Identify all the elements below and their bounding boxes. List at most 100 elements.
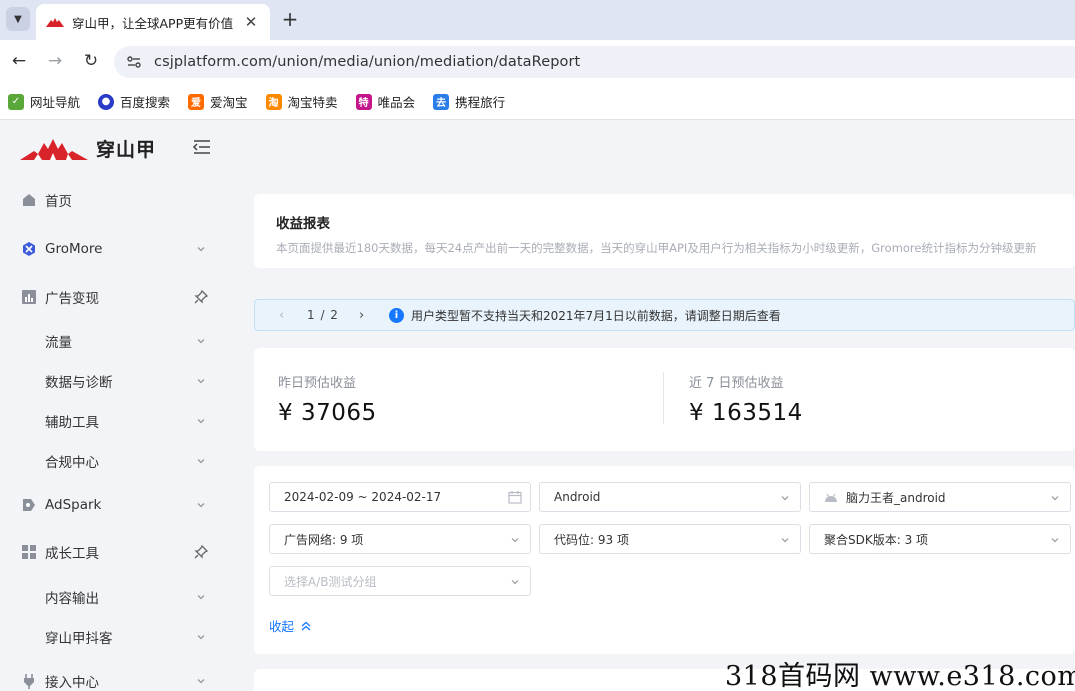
back-arrow-icon[interactable]: ← [8,50,30,72]
sidebar-item-tools[interactable]: 辅助工具 [0,403,228,439]
chevron-down-icon: ▼ [14,13,22,25]
notice-text: 用户类型暂不支持当天和2021年7月1日以前数据，请调整日期后查看 [411,308,781,323]
sidebar-item-label: 穿山甲抖客 [45,631,113,647]
browser-tab-active[interactable]: 穿山甲，让全球APP更有价值 ✕ [36,4,270,40]
collapse-filters-link[interactable]: 收起 [269,616,312,635]
baidu-paw-icon: ● [98,93,115,110]
sidebar-item-home[interactable]: 首页 [0,182,228,218]
sidebar-item-label: 数据与诊断 [45,375,113,391]
chevron-down-icon [197,679,205,684]
sidebar-item-label: 内容输出 [45,591,99,607]
chevron-down-icon [197,459,205,464]
home-icon [23,194,35,206]
sidebar-item-label: 合规中心 [45,455,99,471]
sidebar-item-label: 辅助工具 [45,415,99,431]
bookmark-hao[interactable]: ✓ 网址导航 [8,92,80,111]
gromore-icon [23,242,35,256]
notice-banner: ‹ 1 / 2 › i 用户类型暂不支持当天和2021年7月1日以前数据，请调整… [254,299,1075,331]
platform-select[interactable]: Android [539,482,801,512]
address-bar-row: ← → ↻ csjplatform.com/union/media/union/… [0,40,1075,84]
sidebar-item-adspark[interactable]: AdSpark [0,487,228,523]
chevron-down-icon [197,379,205,384]
sidebar: 穿山甲 首页 GroMore 广告变现 流量 数据与诊断 辅助工具 合规中心 A… [0,121,228,691]
chevron-down-icon [1051,538,1059,543]
ad-network-value: 广告网络: 9 项 [284,532,364,547]
main-content: 收益报表 本页面提供最近180天数据，每天24点产出前一天的完整数据，当天的穿山… [228,121,1075,691]
aitaobao-icon: 爱 [188,93,205,110]
date-range-picker[interactable]: 2024-02-09 ~ 2024-02-17 [269,482,531,512]
bookmark-label: 爱淘宝 [210,95,248,110]
omnibox[interactable]: csjplatform.com/union/media/union/mediat… [114,46,1075,78]
info-icon: i [389,307,404,323]
sidebar-item-compliance[interactable]: 合规中心 [0,443,228,479]
sidebar-item-gromore[interactable]: GroMore [0,231,228,267]
chevron-down-icon [197,419,205,424]
sidebar-item-douke[interactable]: 穿山甲抖客 [0,619,228,655]
tab-title: 穿山甲，让全球APP更有价值 [72,15,234,31]
collapse-menu-icon[interactable] [192,139,212,155]
bookmark-ctrip[interactable]: 去 携程旅行 [433,92,505,111]
sidebar-item-traffic[interactable]: 流量 [0,323,228,359]
chevron-down-icon [511,580,519,585]
notice-prev-button[interactable]: ‹ [279,308,284,323]
bookmark-baidu[interactable]: ● 百度搜索 [98,92,170,111]
ctrip-icon: 去 [433,93,450,110]
page-title: 收益报表 [276,216,330,232]
reload-icon[interactable]: ↻ [80,50,102,72]
bar-chart-icon [22,290,36,304]
chevron-down-icon [781,496,789,501]
sidebar-item-label: 首页 [45,194,72,210]
stat-divider [663,372,664,424]
revenue-stats-card: 昨日预估收益 ¥ 37065 近 7 日预估收益 ¥ 163514 [254,348,1075,451]
chevron-down-icon [781,538,789,543]
sidebar-item-label: 广告变现 [45,291,99,307]
tab-close-icon[interactable]: ✕ [242,13,260,31]
ab-test-placeholder: 选择A/B测试分组 [284,574,377,589]
ad-slot-select[interactable]: 代码位: 93 项 [539,524,801,554]
ad-slot-value: 代码位: 93 项 [554,532,629,547]
app-select[interactable]: 脑力王者_android [809,482,1071,512]
sidebar-item-label: GroMore [45,241,103,257]
page-header-card: 收益报表 本页面提供最近180天数据，每天24点产出前一天的完整数据，当天的穿山… [254,194,1075,268]
sdk-version-select[interactable]: 聚合SDK版本: 3 项 [809,524,1071,554]
sidebar-item-ad-monetization[interactable]: 广告变现 [0,279,228,315]
sidebar-item-growth-tools[interactable]: 成长工具 [0,534,228,570]
chevron-down-icon [197,339,205,344]
url-text: csjplatform.com/union/media/union/mediat… [154,54,581,70]
platform-value: Android [554,490,601,504]
bookmark-taobao[interactable]: 淘 淘宝特卖 [265,92,338,111]
chevron-down-icon [1051,496,1059,501]
chevron-down-icon [197,247,205,252]
bookmarks-bar: ✓ 网址导航 ● 百度搜索 爱 爱淘宝 淘 淘宝特卖 特 唯品会 去 携程旅行 [0,84,1075,120]
pin-icon[interactable] [193,544,209,560]
tab-search-dropdown-button[interactable]: ▼ [6,7,30,31]
notice-next-button[interactable]: › [359,308,364,323]
chevron-down-icon [511,538,519,543]
site-settings-icon[interactable] [124,52,144,72]
sidebar-item-label: AdSpark [45,497,102,513]
sidebar-item-content-output[interactable]: 内容输出 [0,579,228,615]
chevron-down-icon [197,503,205,508]
notice-pager: 1 / 2 [307,308,339,322]
date-range-value: 2024-02-09 ~ 2024-02-17 [284,490,442,504]
pangolin-logo[interactable]: 穿山甲 [20,135,156,162]
pin-icon[interactable] [193,289,209,305]
chevron-down-icon [197,635,205,640]
grid-icon [22,545,36,559]
pangolin-logo-icon [20,138,88,160]
sidebar-item-integration[interactable]: 接入中心 [0,663,228,691]
stat-yesterday: 昨日预估收益 ¥ 37065 [278,372,377,426]
ab-test-group-select[interactable]: 选择A/B测试分组 [269,566,531,596]
brand-name: 穿山甲 [96,139,157,161]
sidebar-item-data-diagnosis[interactable]: 数据与诊断 [0,363,228,399]
adspark-icon [23,499,35,511]
ad-network-select[interactable]: 广告网络: 9 项 [269,524,531,554]
sidebar-item-label: 流量 [45,335,72,351]
page-description: 本页面提供最近180天数据，每天24点产出前一天的完整数据，当天的穿山甲API及… [276,241,1037,255]
bookmark-aitaobao[interactable]: 爱 爱淘宝 [188,92,248,111]
bookmark-vip[interactable]: 特 唯品会 [355,92,415,111]
bookmark-label: 网址导航 [30,95,81,110]
plug-icon [24,674,34,689]
new-tab-button[interactable]: + [280,8,300,30]
forward-arrow-icon[interactable]: → [44,50,66,72]
